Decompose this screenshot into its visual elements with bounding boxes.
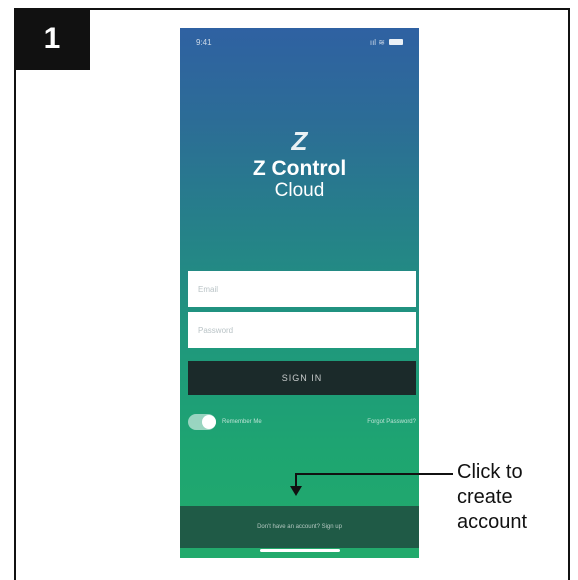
callout-line-3: account — [457, 511, 528, 533]
callout-line-1: Click to — [457, 461, 523, 483]
logo-icon: Z — [291, 126, 308, 156]
callout-line — [296, 473, 453, 475]
app-subtitle: Cloud — [274, 180, 325, 201]
sign-in-button[interactable]: SIGN IN — [188, 361, 416, 395]
create-account-link[interactable]: Don't have an account? Sign up — [180, 506, 419, 548]
signal-icon: ııl ≋ — [369, 37, 385, 47]
forgot-password-link[interactable]: Forgot Password? — [367, 419, 416, 425]
email-field[interactable]: Email — [188, 271, 416, 307]
remember-toggle[interactable] — [188, 414, 216, 430]
status-time: 9:41 — [196, 37, 212, 47]
home-indicator — [260, 549, 340, 552]
callout-text: Click to create account — [457, 460, 567, 535]
step-number-badge: 1 — [14, 8, 90, 70]
password-field[interactable]: Password — [188, 312, 416, 348]
battery-icon — [389, 39, 403, 45]
phone-screenshot: 9:41 ııl ≋ Z Z Control Cloud Email Passw… — [180, 28, 419, 558]
remember-label: Remember Me — [222, 419, 262, 425]
app-title: Z Control — [252, 157, 347, 180]
status-icons: ııl ≋ — [370, 38, 403, 47]
arrow-down-icon — [290, 486, 302, 496]
callout-line-2: create — [457, 486, 513, 508]
remember-row: Remember Me Forgot Password? — [188, 412, 416, 432]
status-bar: 9:41 ııl ≋ — [180, 28, 419, 56]
toggle-knob — [202, 415, 216, 429]
callout-stem — [295, 473, 297, 487]
